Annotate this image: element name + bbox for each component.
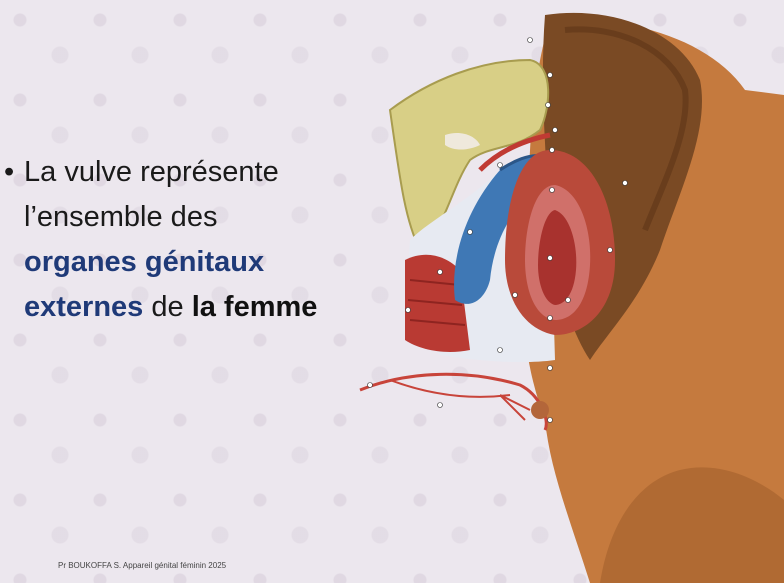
anatomical-illustration-vulva bbox=[359, 12, 784, 583]
bullet-line-1: La vulve représente bbox=[24, 156, 279, 188]
footer-credit: Pr BOUKOFFA S. Appareil génital féminin … bbox=[58, 561, 227, 570]
emphasis-externes: externes bbox=[24, 291, 144, 323]
bullet-dot: • bbox=[4, 156, 15, 188]
connector-de: de bbox=[143, 291, 192, 323]
bullet-line-2: l’ensemble des bbox=[24, 201, 218, 233]
emphasis-organes-genitaux: organes génitaux bbox=[24, 246, 265, 278]
bullet-point: • La vulve représente l’ensemble des org… bbox=[4, 150, 384, 330]
emphasis-la-femme: la femme bbox=[191, 291, 318, 323]
